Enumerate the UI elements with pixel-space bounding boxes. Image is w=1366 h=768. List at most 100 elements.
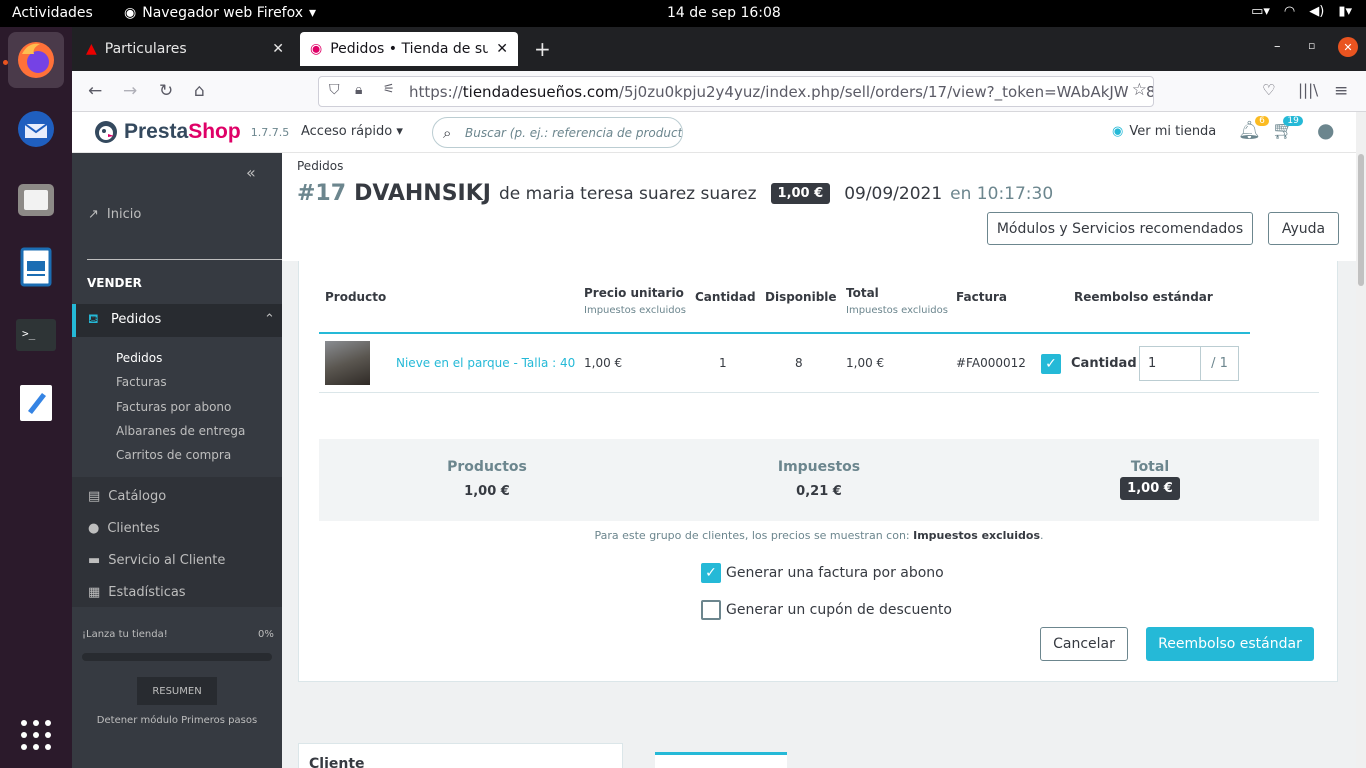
- app-grid-icon[interactable]: [8, 707, 64, 763]
- home-icon[interactable]: ⌂: [194, 81, 205, 101]
- tab-pedidos[interactable]: ◉ Pedidos • Tienda de sueño ✕: [300, 32, 518, 66]
- sidebar-item-pedidos[interactable]: ⛾ Pedidos ⌃: [72, 304, 282, 337]
- panel-tab[interactable]: [655, 752, 787, 768]
- store-icon: ▤: [88, 489, 101, 504]
- sidebar-item-estadisticas[interactable]: ▦ Estadísticas: [88, 585, 186, 600]
- version: 1.7.7.5: [250, 125, 290, 139]
- quick-access-dropdown[interactable]: Acceso rápido ▾: [301, 124, 403, 139]
- close-icon[interactable]: ✕: [496, 41, 508, 57]
- submenu-pedidos[interactable]: Pedidos: [116, 351, 162, 365]
- recommended-modules-button[interactable]: Módulos y Servicios recomendados: [987, 212, 1253, 245]
- column-header-total-label: Total: [846, 286, 879, 300]
- help-button[interactable]: Ayuda: [1268, 212, 1339, 245]
- sidebar-item-label: Estadísticas: [108, 585, 186, 600]
- system-tray[interactable]: ▭▾ ◠ ◀) ▮▾: [1251, 4, 1352, 19]
- orders-badge: 19: [1283, 116, 1303, 126]
- standard-refund-button[interactable]: Reembolso estándar: [1146, 627, 1314, 661]
- library-icon[interactable]: |||\: [1298, 81, 1318, 99]
- firefox-icon[interactable]: [8, 32, 64, 88]
- submenu-facturas-abono[interactable]: Facturas por abono: [116, 400, 231, 414]
- tab-bar: ▲ Particulares ✕ ◉ Pedidos • Tienda de s…: [72, 27, 1366, 71]
- reload-icon[interactable]: ↻: [159, 81, 173, 101]
- text-editor-icon[interactable]: [8, 375, 64, 431]
- customer-card: Cliente: [298, 743, 623, 768]
- cell-available: 8: [795, 356, 803, 370]
- brand-part-a: Presta: [124, 120, 189, 143]
- shield-icon[interactable]: ⛉: [329, 82, 340, 98]
- refund-quantity-input[interactable]: 1: [1139, 346, 1201, 381]
- collapse-sidebar-icon[interactable]: «: [246, 163, 256, 182]
- tab-particulares[interactable]: ▲ Particulares ✕: [76, 32, 294, 66]
- eye-icon: ◉: [1112, 124, 1124, 139]
- lock-icon[interactable]: 🔒︎: [355, 82, 362, 98]
- breadcrumb[interactable]: Pedidos: [297, 159, 343, 173]
- minimize-button[interactable]: –: [1274, 39, 1281, 54]
- submenu-carritos[interactable]: Carritos de compra: [116, 448, 231, 462]
- activities-button[interactable]: Actividades: [12, 5, 93, 21]
- stop-module-link[interactable]: Detener módulo Primeros pasos: [72, 715, 282, 726]
- close-icon[interactable]: ✕: [272, 41, 284, 57]
- submenu-facturas[interactable]: Facturas: [116, 375, 167, 389]
- check-icon: ✓: [705, 565, 717, 581]
- totals-taxes-label: Impuestos: [777, 459, 861, 475]
- close-window-button[interactable]: ✕: [1338, 37, 1358, 57]
- permissions-icon[interactable]: ⚟: [383, 82, 395, 97]
- sidebar-item-catalogo[interactable]: ▤ Catálogo: [88, 489, 166, 504]
- cancel-button[interactable]: Cancelar: [1040, 627, 1128, 661]
- screen-icon[interactable]: ▭▾: [1251, 4, 1270, 19]
- product-name-link[interactable]: Nieve en el parque - Talla : 40: [396, 356, 575, 370]
- resumen-button[interactable]: RESUMEN: [137, 677, 217, 705]
- forward-icon[interactable]: →: [123, 81, 137, 101]
- url-bar[interactable]: ⛉ 🔒︎ ⚟ https://tiendadesueños.com/5j0zu0…: [318, 76, 1154, 107]
- page-scrollbar[interactable]: [1356, 112, 1366, 768]
- thunderbird-icon[interactable]: [8, 101, 64, 157]
- chevron-down-icon: ▾: [309, 5, 317, 21]
- column-header-unit-price: Precio unitario Impuestos excluidos: [584, 286, 686, 316]
- totals-products-value: 1,00 €: [464, 484, 510, 499]
- totals-taxes-value: 0,21 €: [796, 484, 842, 499]
- submenu-albaranes[interactable]: Albaranes de entrega: [116, 424, 245, 438]
- voucher-checkbox[interactable]: [701, 600, 721, 620]
- maximize-button[interactable]: ▫: [1308, 39, 1315, 52]
- user-avatar-icon[interactable]: ●: [1317, 118, 1334, 142]
- notifications-bell-icon[interactable]: 🔔︎ 6: [1238, 116, 1269, 141]
- dock: >_: [0, 27, 72, 768]
- view-shop-link[interactable]: ◉ Ver mi tienda: [1112, 124, 1216, 139]
- refund-quantity-max: / 1: [1200, 346, 1239, 381]
- back-icon[interactable]: ←: [88, 81, 102, 101]
- chevron-up-icon: ⌃: [264, 312, 275, 327]
- orders-cart-icon[interactable]: 🛒︎ 19: [1272, 116, 1303, 141]
- voucher-label[interactable]: Generar un cupón de descuento: [726, 602, 952, 618]
- new-tab-button[interactable]: +: [534, 37, 551, 61]
- app-menu[interactable]: ◉ Navegador web Firefox ▾: [124, 5, 316, 21]
- product-thumbnail: [325, 341, 370, 385]
- totals-panel: Productos 1,00 € Impuestos 0,21 € Total …: [319, 439, 1319, 521]
- sidebar-item-servicio[interactable]: ▬ Servicio al Cliente: [88, 553, 225, 568]
- pocket-icon[interactable]: ♡: [1262, 81, 1275, 99]
- sidebar-item-clientes[interactable]: ● Clientes: [88, 521, 160, 536]
- wifi-icon[interactable]: ◠: [1284, 4, 1295, 19]
- section-title: VENDER: [87, 276, 142, 290]
- totals-total-value: 1,00 €: [1120, 477, 1180, 500]
- search-input[interactable]: ⌕ Buscar (p. ej.: referencia de producto…: [432, 117, 683, 148]
- clock[interactable]: 14 de sep 16:08: [667, 5, 781, 21]
- menu-icon[interactable]: ≡: [1334, 81, 1348, 101]
- bookmark-star-icon[interactable]: ☆: [1127, 80, 1147, 100]
- cell-unit-price: 1,00 €: [584, 356, 623, 370]
- prestashop-logo[interactable]: PrestaShop 1.7.7.5: [94, 120, 289, 144]
- writer-icon[interactable]: [8, 239, 64, 295]
- scrollbar-thumb[interactable]: [1358, 154, 1364, 286]
- credit-slip-checkbox[interactable]: ✓: [701, 563, 721, 583]
- terminal-icon[interactable]: >_: [8, 307, 64, 363]
- battery-icon[interactable]: ▮▾: [1338, 4, 1352, 19]
- column-header-total-sub: Impuestos excluidos: [846, 305, 948, 316]
- refund-checkbox[interactable]: ✓: [1041, 354, 1061, 374]
- launch-progress-bar: [82, 653, 272, 661]
- totals-taxes: Impuestos 0,21 €: [769, 459, 869, 499]
- credit-slip-label[interactable]: Generar una factura por abono: [726, 565, 944, 581]
- files-icon[interactable]: [8, 172, 64, 228]
- totals-total: Total 1,00 €: [1100, 459, 1200, 500]
- column-header-invoice: Factura: [956, 290, 1007, 304]
- sidebar-item-inicio[interactable]: ↗ Inicio: [88, 207, 141, 222]
- volume-icon[interactable]: ◀): [1309, 4, 1324, 19]
